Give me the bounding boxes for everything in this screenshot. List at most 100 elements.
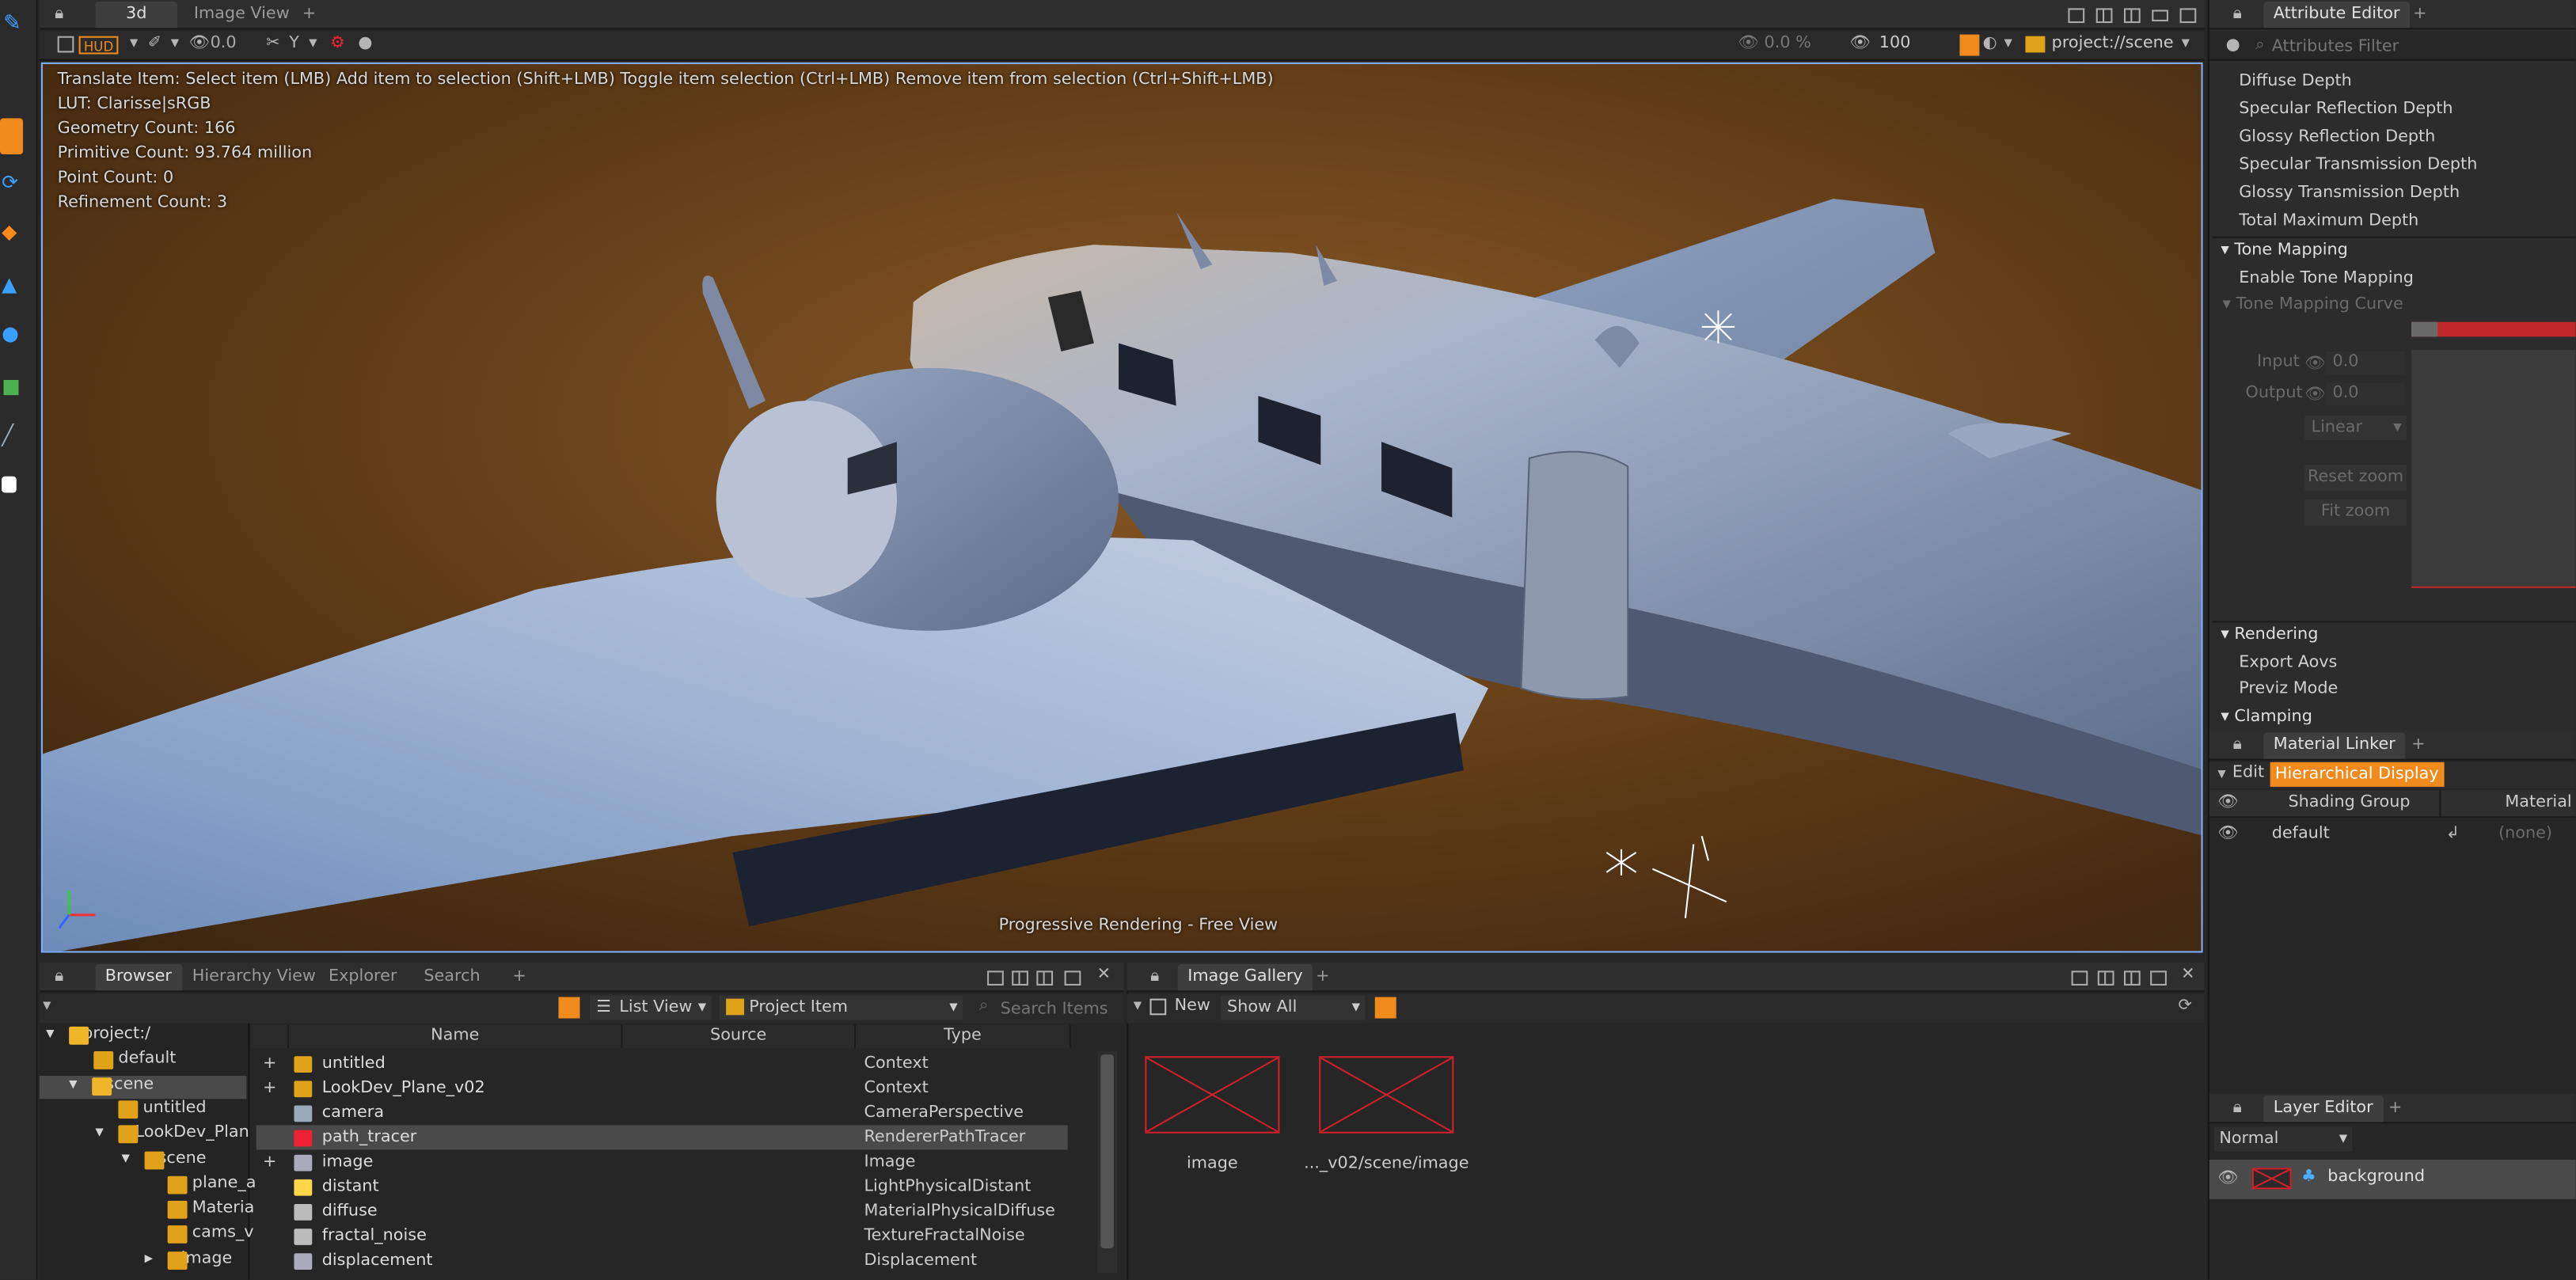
paint-tool-icon[interactable]: ╱ bbox=[2, 424, 25, 446]
add-tab-icon[interactable]: + bbox=[2403, 2, 2437, 28]
lock-icon[interactable]: 🔒︎ bbox=[2228, 1099, 2247, 1119]
scrollbar[interactable] bbox=[1097, 1051, 1117, 1274]
attr-tone-mapping-curve[interactable]: ▾ Tone Mapping Curve bbox=[2222, 296, 2403, 314]
color-swatch-icon[interactable] bbox=[2, 476, 17, 493]
tree-item-project[interactable]: ▾ project:/ bbox=[46, 1024, 150, 1046]
chevron-down-icon[interactable]: ▾ bbox=[309, 33, 317, 56]
maximize-icon[interactable] bbox=[2179, 8, 2197, 24]
lock-icon[interactable]: 🔒︎ bbox=[2228, 5, 2247, 25]
minimize-icon[interactable] bbox=[2152, 9, 2168, 21]
tree-item-image[interactable]: ▸ image bbox=[145, 1248, 232, 1271]
light-tool-icon[interactable]: ● bbox=[2, 322, 25, 345]
section-clamping[interactable]: ▾ Clamping bbox=[2221, 708, 2312, 724]
tab-3d-view[interactable]: 3d View bbox=[95, 2, 178, 49]
eye-icon[interactable]: 👁︎ bbox=[2217, 823, 2238, 846]
rotate-tool-icon[interactable]: ⟳ bbox=[2, 171, 25, 194]
chevron-down-icon[interactable]: ▾ bbox=[43, 995, 51, 1018]
attr-export-aovs[interactable]: Export Aovs bbox=[2239, 654, 2337, 672]
col-type[interactable]: Type bbox=[856, 1024, 1071, 1048]
curve-output-field[interactable]: 0.0 bbox=[2326, 382, 2405, 406]
lock-icon[interactable]: 🔒︎ bbox=[2228, 736, 2247, 756]
tree-item-default[interactable]: default bbox=[93, 1048, 176, 1071]
add-tab-icon[interactable]: + bbox=[503, 964, 536, 990]
material-value[interactable]: (none) bbox=[2498, 825, 2552, 843]
tree-item-scene[interactable]: ▾ scene bbox=[69, 1074, 154, 1097]
split-vertical-icon[interactable] bbox=[2123, 8, 2141, 24]
maximize-icon[interactable] bbox=[1064, 970, 1081, 986]
search-items-input[interactable] bbox=[1000, 997, 1119, 1020]
gallery-thumb-1[interactable] bbox=[1145, 1056, 1280, 1134]
exposure-value[interactable]: 0.0 % bbox=[1765, 35, 1811, 53]
eye-icon[interactable]: 👁︎ bbox=[1849, 33, 1870, 56]
snapshot-icon[interactable] bbox=[1374, 997, 1396, 1019]
table-row[interactable]: displacement Displacement bbox=[256, 1248, 1068, 1273]
hud-toggle[interactable]: HUD bbox=[78, 36, 119, 55]
eye-icon[interactable]: 👁︎ bbox=[1738, 33, 1758, 56]
attr-glossy-transmission-depth[interactable]: Glossy Transmission Depth bbox=[2239, 184, 2460, 202]
chevron-down-icon[interactable]: ▾ bbox=[2004, 33, 2012, 56]
curve-input-field[interactable]: 0.0 bbox=[2326, 351, 2405, 375]
render-canvas[interactable] bbox=[42, 63, 2203, 953]
translate-tool-icon[interactable] bbox=[0, 118, 24, 155]
close-icon[interactable]: ✕ bbox=[1094, 964, 1114, 987]
table-row[interactable]: + untitled Context bbox=[256, 1051, 1068, 1076]
chevron-down-icon[interactable]: ▾ bbox=[171, 33, 179, 56]
filter-icon[interactable] bbox=[558, 997, 580, 1019]
col-source[interactable]: Source bbox=[622, 1024, 857, 1048]
attr-enable-tone-mapping[interactable]: Enable Tone Mapping bbox=[2239, 269, 2414, 287]
lock-icon[interactable]: 🔒︎ bbox=[1145, 967, 1165, 987]
render-icon[interactable]: ⚙ bbox=[330, 33, 345, 56]
edit-menu[interactable]: Edit bbox=[2232, 764, 2264, 782]
scale-tool-icon[interactable]: ◆ bbox=[2, 220, 25, 243]
tree-item-scene-nested[interactable]: ▾ scene bbox=[122, 1148, 207, 1171]
record-icon[interactable]: ● bbox=[2226, 35, 2240, 58]
section-tone-mapping[interactable]: ▾ Tone Mapping bbox=[2221, 241, 2347, 260]
new-image-button[interactable]: New bbox=[1175, 997, 1210, 1016]
split-vertical-icon[interactable] bbox=[1036, 970, 1054, 986]
split-horizontal-icon[interactable] bbox=[2095, 8, 2113, 24]
add-tab-icon[interactable]: + bbox=[292, 2, 325, 28]
table-row[interactable]: distant LightPhysicalDistant bbox=[256, 1175, 1068, 1199]
hierarchical-display-toggle[interactable]: Hierarchical Display bbox=[2270, 762, 2444, 787]
chevron-down-icon[interactable]: ▾ bbox=[2217, 764, 2225, 787]
select-tool-icon[interactable]: ✎ bbox=[3, 13, 26, 36]
camera-value[interactable]: 0.0 bbox=[211, 35, 237, 53]
material-linker-row[interactable]: 👁︎ default ↲ (none) bbox=[2209, 819, 2576, 847]
tab-hierarchy-view[interactable]: Hierarchy View bbox=[182, 964, 325, 990]
sphere-icon[interactable]: ◐ bbox=[1983, 33, 1997, 56]
tab-browser[interactable]: Browser bbox=[95, 964, 182, 991]
attributes-filter-input[interactable] bbox=[2271, 34, 2568, 58]
tree-item-untitled[interactable]: untitled bbox=[118, 1097, 207, 1120]
lock-icon[interactable]: 🔒︎ bbox=[49, 967, 69, 987]
attr-glossy-reflection-depth[interactable]: Glossy Reflection Depth bbox=[2239, 128, 2435, 146]
expand-toggle[interactable]: + bbox=[263, 1150, 276, 1175]
table-row[interactable]: path_tracer RendererPathTracer bbox=[256, 1125, 1068, 1150]
col-name[interactable]: Name bbox=[289, 1024, 623, 1048]
curve-interp-select[interactable]: Linear ▾ bbox=[2304, 415, 2407, 441]
brush-icon[interactable]: ✐ bbox=[148, 33, 161, 56]
tab-layer-editor[interactable]: Layer Editor bbox=[2263, 1096, 2384, 1122]
attr-specular-reflection-depth[interactable]: Specular Reflection Depth bbox=[2239, 101, 2453, 119]
split-vertical-icon[interactable] bbox=[2123, 970, 2141, 986]
col-material[interactable]: Material bbox=[2505, 793, 2571, 811]
chevron-down-icon[interactable]: ▾ bbox=[130, 33, 138, 56]
eye-icon[interactable]: 👁︎ bbox=[2217, 792, 2238, 815]
table-row[interactable]: diffuse MaterialPhysicalDiffuse bbox=[256, 1199, 1068, 1224]
tree-item-lookdev[interactable]: ▾ LookDev_Plan bbox=[95, 1122, 249, 1145]
view-mode-select[interactable]: ☰ List View ▾ bbox=[589, 995, 712, 1020]
lock-icon[interactable]: 🔒︎ bbox=[49, 5, 69, 25]
tree-item-plane[interactable]: plane_a bbox=[167, 1173, 256, 1196]
curve-gradient-knob[interactable] bbox=[2411, 321, 2438, 337]
tab-image-gallery[interactable]: Image Gallery bbox=[1177, 964, 1313, 991]
scatter-tool-icon[interactable]: ■ bbox=[2, 374, 25, 397]
filter-icon[interactable]: Y bbox=[289, 33, 299, 56]
eye-icon[interactable]: 👁︎ bbox=[2217, 1168, 2238, 1191]
lut-icon[interactable] bbox=[1959, 34, 1980, 56]
tab-image-view[interactable]: Image View bbox=[184, 2, 299, 28]
eye-icon[interactable]: 👁︎ bbox=[189, 33, 210, 56]
tree-item-materials[interactable]: Materia bbox=[167, 1198, 254, 1221]
expand-toggle[interactable]: + bbox=[263, 1076, 276, 1100]
table-row[interactable]: fractal_noise TextureFractalNoise bbox=[256, 1224, 1068, 1248]
layout-icon[interactable] bbox=[2068, 8, 2085, 24]
attr-total-maximum-depth[interactable]: Total Maximum Depth bbox=[2239, 212, 2418, 230]
